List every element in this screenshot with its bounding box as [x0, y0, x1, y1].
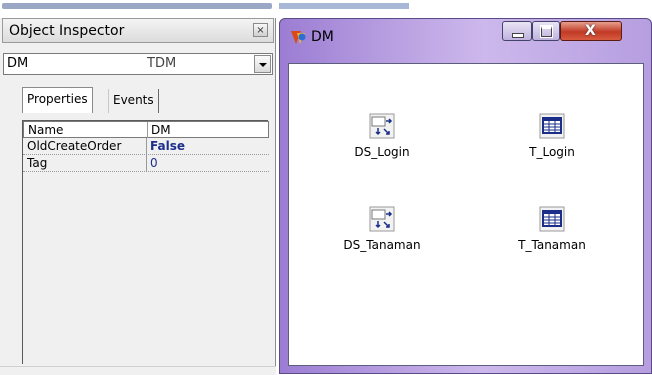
- property-value[interactable]: DM: [151, 123, 171, 137]
- property-name: Name: [28, 123, 64, 137]
- property-grid: Name DM OldCreateOrder False Tag 0: [22, 120, 269, 364]
- maximize-button[interactable]: [532, 21, 560, 41]
- component-ds-login[interactable]: DS_Login: [327, 113, 437, 159]
- component-label: T_Tanaman: [518, 238, 586, 252]
- property-name: OldCreateOrder: [27, 139, 122, 153]
- property-value[interactable]: 0: [150, 156, 158, 170]
- close-icon: X: [585, 23, 596, 39]
- object-inspector-titlebar[interactable]: Object Inspector ×: [2, 18, 274, 43]
- close-icon[interactable]: ×: [253, 23, 268, 37]
- tab-events[interactable]: Events: [108, 89, 159, 113]
- maximize-icon: [540, 25, 553, 38]
- object-inspector-title: Object Inspector: [9, 23, 125, 39]
- table-icon: [539, 113, 565, 139]
- component-t-login[interactable]: T_Login: [497, 113, 607, 159]
- property-value[interactable]: False: [150, 139, 185, 153]
- tab-properties[interactable]: Properties: [22, 87, 93, 113]
- component-label: DS_Login: [354, 145, 410, 159]
- object-inspector-panel: Object Inspector × DM TDM Properties Eve…: [0, 0, 276, 375]
- dm-window: DM X DS_Login T_Login DS_Tanaman T_Tanam…: [279, 18, 652, 374]
- minimize-icon: [512, 33, 524, 38]
- window-title: DM: [311, 29, 334, 45]
- component-label: DS_Tanaman: [343, 238, 421, 252]
- delphi-icon: [291, 31, 306, 44]
- property-name: Tag: [27, 156, 48, 170]
- property-row-tag[interactable]: Tag 0: [23, 155, 269, 172]
- panel-top-strip: [0, 0, 276, 18]
- minimize-button[interactable]: [502, 21, 532, 41]
- property-row-oldcreateorder[interactable]: OldCreateOrder False: [23, 138, 269, 155]
- component-label: T_Login: [529, 145, 575, 159]
- table-icon: [539, 206, 565, 232]
- property-row-name[interactable]: Name DM: [23, 121, 269, 138]
- close-button[interactable]: X: [560, 21, 622, 41]
- data-module-canvas[interactable]: DS_Login T_Login DS_Tanaman T_Tanaman: [288, 63, 644, 366]
- chevron-down-icon[interactable]: [254, 55, 271, 73]
- component-selector-name: DM: [7, 56, 29, 71]
- datasource-icon: [369, 206, 395, 232]
- component-selector-type: TDM: [147, 56, 177, 71]
- datasource-icon: [369, 113, 395, 139]
- window-top-strip: [279, 0, 652, 18]
- component-t-tanaman[interactable]: T_Tanaman: [497, 206, 607, 252]
- component-selector[interactable]: DM TDM: [3, 53, 273, 75]
- component-ds-tanaman[interactable]: DS_Tanaman: [327, 206, 437, 252]
